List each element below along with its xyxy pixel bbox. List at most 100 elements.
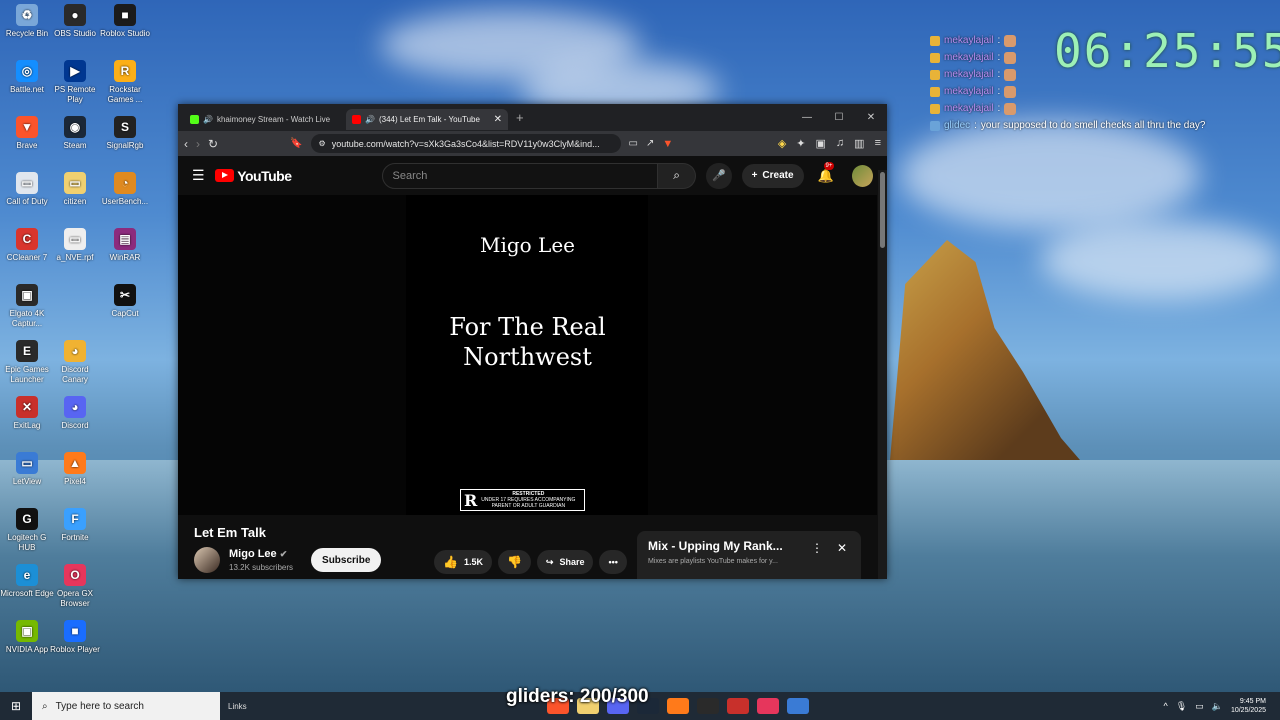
brave-shield-icon[interactable]: ▼ [662, 138, 673, 150]
close-tab-icon[interactable]: ✕ [494, 114, 502, 125]
taskbar-search[interactable]: ⌕ Type here to search [32, 692, 220, 720]
mix-subtitle: Mixes are playlists YouTube makes for y.… [648, 558, 778, 565]
taskbar-app-icon[interactable] [666, 698, 689, 714]
desktop-icon[interactable]: ▤ WinRAR [98, 228, 152, 263]
video-player[interactable]: Migo Lee For The Real Northwest R RESTRI… [178, 195, 877, 515]
desktop-icon[interactable]: S SignalRgb [98, 116, 152, 151]
youtube-logo[interactable]: YouTube [215, 168, 292, 184]
taskbar-app-icon[interactable] [726, 698, 749, 714]
notifications-button[interactable]: 🔔 9+ [818, 161, 835, 184]
desktop-icon-label: Call of Duty [6, 197, 48, 206]
network-icon[interactable]: ▭ [1195, 701, 1204, 712]
account-avatar[interactable] [851, 164, 873, 187]
more-actions-button[interactable]: ••• [599, 550, 627, 574]
tray-chevron-icon[interactable]: ^ [1164, 701, 1168, 711]
desktop-icon[interactable]: ▭ LetView [0, 452, 54, 487]
desktop-icon[interactable]: ◉ Steam [48, 116, 102, 151]
app-icon: ▭ [64, 172, 86, 194]
clock-date[interactable]: 9:45 PM 10/25/2025 [1231, 697, 1266, 715]
mix-close-icon[interactable]: ✕ [837, 541, 847, 555]
speaker-icon: 🔊 [365, 115, 375, 124]
desktop-icon[interactable]: ◕ Discord [48, 396, 102, 431]
desktop-icon[interactable]: ✕ ExitLag [0, 396, 54, 431]
search-button[interactable]: ⌕ [657, 162, 697, 189]
desktop-icon[interactable]: ▭ citizen [48, 172, 102, 207]
search-input[interactable]: Search [381, 162, 658, 189]
desktop-icon[interactable]: ▭ a_NVE.rpf [48, 228, 102, 263]
rating-letter: R [464, 490, 478, 510]
scrollbar-thumb[interactable] [880, 172, 885, 248]
desktop-icon-label: Epic Games Launcher [5, 365, 49, 384]
desktop-icon[interactable]: ● OBS Studio [48, 4, 102, 39]
sidebar-icon[interactable]: ▥ [854, 137, 864, 150]
desktop-icon[interactable]: ■ Roblox Player [48, 620, 102, 655]
desktop-icon[interactable]: ■ Roblox Studio [98, 4, 152, 39]
desktop-icon[interactable]: ▣ Elgato 4K Captur... [0, 284, 54, 329]
desktop-icon-label: Microsoft Edge [0, 589, 54, 598]
minimize-icon[interactable]: — [791, 112, 823, 123]
guide-menu-icon[interactable]: ☰ [192, 167, 215, 184]
mix-playlist-panel[interactable]: Mix - Upping My Rank... Mixes are playli… [637, 531, 861, 579]
desktop-icon[interactable]: C CCleaner 7 [0, 228, 54, 263]
volume-icon[interactable]: 🔈 [1212, 701, 1223, 712]
new-tab-button[interactable]: + [516, 110, 524, 125]
maximize-icon[interactable]: ☐ [823, 112, 855, 123]
tab-youtube[interactable]: 🔊 (344) Let Em Talk - YouTube ✕ [346, 109, 508, 130]
bookmark-icon[interactable]: 🔖 [290, 138, 302, 149]
desktop-icon[interactable]: O Opera GX Browser [48, 564, 102, 609]
wallet-icon[interactable]: ▣ [816, 137, 826, 150]
share-button[interactable]: ↪ Share [536, 550, 594, 574]
taskbar-time: 9:45 PM [1239, 698, 1266, 705]
create-button[interactable]: + Create [741, 163, 804, 188]
desktop-icon[interactable]: ♻ Recycle Bin [0, 4, 54, 39]
like-button[interactable]: 👍 1.5K [434, 550, 492, 574]
desktop-icon[interactable]: ▲ Pixel4 [48, 452, 102, 487]
subscribe-button[interactable]: Subscribe [311, 548, 382, 572]
dislike-button[interactable]: 👎 [497, 550, 531, 574]
desktop-icon-label: Roblox Player [50, 645, 100, 654]
desktop-icon[interactable]: E Epic Games Launcher [0, 340, 54, 385]
leo-icon[interactable]: ◈ [778, 137, 786, 150]
app-icon: O [64, 564, 86, 586]
microphone-tray-icon[interactable]: 🎙 [1176, 701, 1187, 712]
reload-icon[interactable]: ↻ [208, 137, 218, 151]
video-title: Let Em Talk [194, 525, 267, 540]
system-tray: ^ 🎙 ▭ 🔈 9:45 PM 10/25/2025 [1164, 697, 1280, 715]
links-toolbar[interactable]: Links [228, 702, 247, 711]
taskbar-app-icon[interactable] [696, 698, 719, 714]
tab-kick-stream[interactable]: 🔊 khaimoney Stream - Watch Live [184, 109, 346, 130]
forward-icon[interactable]: › [196, 137, 200, 151]
address-bar[interactable]: ⚙ youtube.com/watch?v=sXk3Ga3sCo4&list=R… [310, 134, 621, 153]
taskbar-app-icon[interactable] [786, 698, 809, 714]
desktop-icon[interactable]: ◕ Discord Canary [48, 340, 102, 385]
extensions-icon[interactable]: ✦ [796, 137, 805, 150]
close-window-icon[interactable]: ✕ [855, 112, 887, 123]
desktop-icon[interactable]: ▼ Brave [0, 116, 54, 151]
site-info-icon[interactable]: ⚙ [319, 139, 326, 148]
voice-search-button[interactable]: 🎤 [706, 162, 732, 189]
desktop-icon[interactable]: R Rockstar Games ... [98, 60, 152, 105]
desktop-icon[interactable]: e Microsoft Edge [0, 564, 54, 599]
share-icon[interactable]: ↗ [646, 138, 654, 149]
back-icon[interactable]: ‹ [184, 137, 188, 151]
desktop-icon[interactable]: ▣ NVIDIA App [0, 620, 54, 655]
start-button[interactable]: ⊞ [0, 699, 32, 713]
desktop-icon[interactable]: ▭ Call of Duty [0, 172, 54, 207]
desktop-icon[interactable]: F Fortnite [48, 508, 102, 543]
channel-avatar[interactable] [194, 547, 220, 573]
desktop-icon[interactable]: ▶ PS Remote Play [48, 60, 102, 105]
mix-more-icon[interactable]: ⋮ [811, 541, 823, 555]
desktop-icon-label: Brave [16, 141, 38, 150]
app-icon: ▤ [114, 228, 136, 250]
parental-advisory-rating: R RESTRICTED UNDER 17 REQUIRES ACCOMPANY… [460, 489, 585, 511]
channel-name[interactable]: Migo Lee [229, 548, 277, 560]
menu-icon[interactable]: ≡ [875, 137, 881, 150]
desktop-icon[interactable]: ✂ CapCut [98, 284, 152, 319]
desktop-icon[interactable]: ◎ Battle.net [0, 60, 54, 95]
media-icon[interactable]: ♫ [836, 137, 844, 150]
cast-icon[interactable]: ▭ [629, 138, 638, 149]
desktop-icon[interactable]: G Logitech G HUB [0, 508, 54, 553]
page-scrollbar[interactable] [878, 170, 887, 579]
desktop-icon[interactable]: ◔ UserBench... [98, 172, 152, 207]
taskbar-app-icon[interactable] [756, 698, 779, 714]
